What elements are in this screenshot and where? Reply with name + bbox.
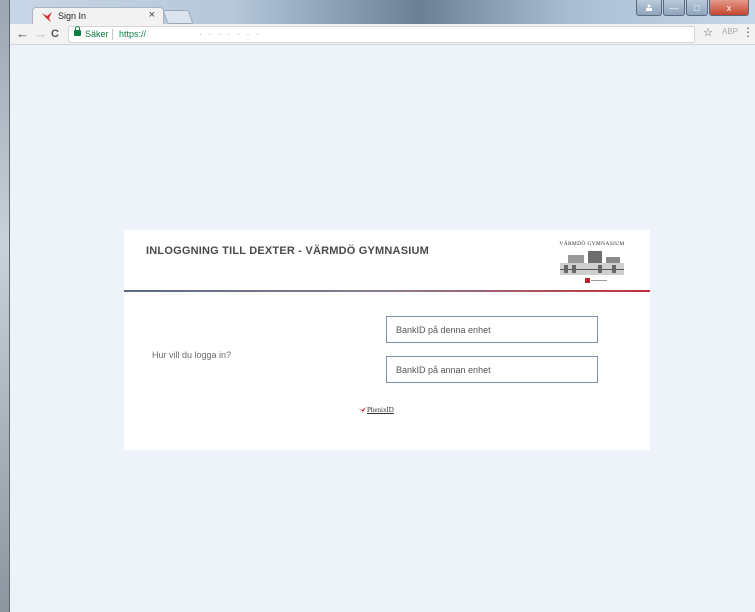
browser-menu-icon[interactable]: ⋮ (742, 25, 754, 39)
bankid-other-device-button[interactable]: BankID på annan enhet (386, 356, 598, 383)
new-tab-button[interactable] (162, 10, 194, 24)
header-divider (124, 290, 650, 292)
window-accessibility-button[interactable] (636, 0, 662, 16)
bookmark-star-icon[interactable]: ☆ (703, 26, 713, 39)
phenixid-bird-icon (42, 12, 52, 22)
back-icon[interactable]: ← (16, 26, 29, 42)
tab-title: Sign In (58, 11, 87, 21)
security-label: Säker (85, 29, 109, 39)
school-logo: VÄRMDÖ GYMNASIUM (552, 241, 632, 289)
close-window-button[interactable]: x (709, 0, 749, 16)
phenixid-brand[interactable]: PhenixID (358, 406, 394, 414)
logo-text: VÄRMDÖ GYMNASIUM (559, 241, 625, 247)
person-icon (646, 4, 652, 11)
browser-toolbar: ← → C Säker https:// · · · · · · · ☆ ABP… (10, 24, 755, 45)
forward-icon[interactable]: → (34, 26, 47, 42)
address-separator (112, 29, 113, 40)
url-prefix: https:// (119, 29, 147, 39)
maximize-button[interactable]: □ (686, 0, 708, 16)
phenixid-label: PhenixID (367, 406, 394, 414)
browser-titlebar: Sign In × — □ x (10, 0, 755, 26)
extension-icon[interactable]: ABP (722, 27, 738, 36)
lock-icon (74, 26, 81, 36)
bankid-this-device-button[interactable]: BankID på denna enhet (386, 316, 598, 343)
desktop-edge (0, 0, 10, 612)
card-header: INLOGGNING TILL DEXTER - VÄRMDÖ GYMNASIU… (124, 230, 650, 290)
tab-close-icon[interactable]: × (149, 9, 155, 21)
reload-icon[interactable]: C (51, 26, 59, 42)
login-card: INLOGGNING TILL DEXTER - VÄRMDÖ GYMNASIU… (124, 230, 650, 450)
url-rest: · · · · · · · (199, 29, 261, 39)
minimize-button[interactable]: — (663, 0, 685, 16)
address-bar[interactable]: Säker https:// · · · · · · · (68, 26, 695, 43)
school-building-logo (560, 251, 624, 283)
login-question: Hur vill du logga in? (152, 350, 232, 360)
window-controls: — □ x (636, 0, 749, 16)
phenixid-logo-icon (358, 407, 366, 413)
page-title: INLOGGNING TILL DEXTER - VÄRMDÖ GYMNASIU… (146, 245, 429, 257)
